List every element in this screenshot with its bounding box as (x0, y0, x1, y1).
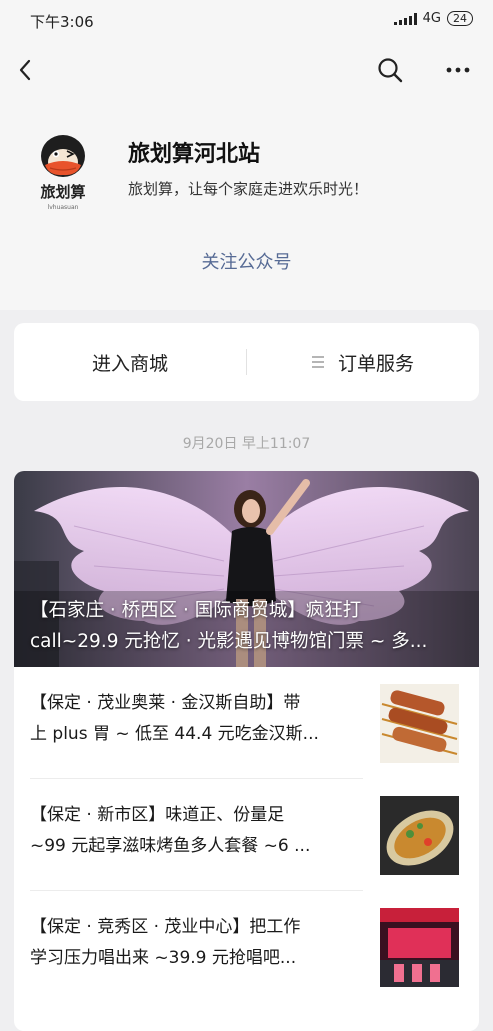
back-arrow-icon[interactable] (14, 56, 38, 84)
signal-icon (393, 12, 417, 25)
status-bar: 下午3:06 4G 24 (0, 0, 493, 40)
article-thumbnail (380, 908, 459, 987)
menu-order-service[interactable]: 订单服务 (247, 323, 479, 401)
account-profile: 旅划算 lvhuasuan 旅划算河北站 旅划算，让每个家庭走进欢乐时光！ 关注… (0, 100, 493, 310)
more-icon[interactable] (444, 56, 472, 84)
battery-level: 24 (447, 11, 473, 26)
list-item[interactable]: 【保定 · 新市区】味道正、份量足 ~99 元起享滋味烤鱼多人套餐 ~6 ... (14, 779, 479, 891)
menu-order-service-label: 订单服务 (337, 352, 414, 375)
list-icon (311, 356, 324, 368)
account-logo: 旅划算 lvhuasuan (40, 135, 86, 211)
message-timestamp: 9月20日 早上11:07 (182, 436, 311, 452)
network-type: 4G (422, 11, 441, 26)
article-title: 【保定 · 茂业奥莱 · 金汉斯自助】带 上 plus 胃 ~ 低至 44.4 … (30, 693, 319, 744)
account-name: 旅划算河北站 (128, 142, 261, 167)
menu-enter-mall[interactable]: 进入商城 (14, 323, 246, 401)
hero-article-title: 【石家庄 · 桥西区 · 国际商贸城】疯狂打 call~29.9 元抢忆 · 光… (30, 600, 428, 652)
status-time: 下午3:06 (30, 13, 94, 31)
search-icon[interactable] (376, 56, 404, 84)
article-card: 【石家庄 · 桥西区 · 国际商贸城】疯狂打 call~29.9 元抢忆 · 光… (14, 471, 479, 1031)
article-title: 【保定 · 竞秀区 · 茂业中心】把工作 学习压力唱出来 ~39.9 元抢唱吧.… (30, 917, 301, 968)
article-thumbnail (380, 796, 459, 875)
list-item[interactable]: 【保定 · 茂业奥莱 · 金汉斯自助】带 上 plus 胃 ~ 低至 44.4 … (14, 667, 479, 779)
menu-card: 进入商城 订单服务 (14, 323, 479, 401)
logo-text: 旅划算 (40, 183, 85, 201)
status-indicators: 4G 24 (393, 11, 473, 26)
article-thumbnail (380, 684, 459, 763)
list-item[interactable]: 【保定 · 竞秀区 · 茂业中心】把工作 学习压力唱出来 ~39.9 元抢唱吧.… (14, 891, 479, 1003)
menu-enter-mall-label: 进入商城 (91, 352, 168, 375)
account-description: 旅划算，让每个家庭走进欢乐时光！ (128, 180, 369, 198)
logo-subtext: lvhuasuan (48, 204, 79, 211)
hero-article[interactable]: 【石家庄 · 桥西区 · 国际商贸城】疯狂打 call~29.9 元抢忆 · 光… (14, 471, 479, 667)
nav-bar (0, 40, 493, 100)
follow-button[interactable]: 关注公众号 (0, 248, 493, 274)
article-title: 【保定 · 新市区】味道正、份量足 ~99 元起享滋味烤鱼多人套餐 ~6 ... (30, 805, 311, 856)
